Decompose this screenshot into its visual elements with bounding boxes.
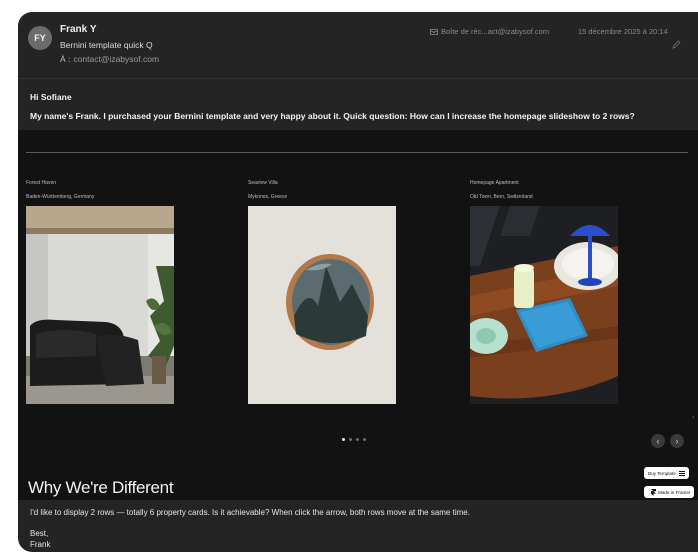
email-greeting: Hi Sofiane xyxy=(30,92,72,102)
embedded-screenshot: Forest Haven Baden-Württemberg, Germany xyxy=(18,130,698,500)
property-title: Seaview Villa xyxy=(248,180,278,186)
slideshow-next-button[interactable]: › xyxy=(670,434,684,448)
round-mirror-photo xyxy=(248,206,396,404)
email-signature: Frank xyxy=(30,540,51,549)
living-room-photo xyxy=(26,206,174,404)
email-header: FY Frank Y Bernini template quick Q À :c… xyxy=(18,12,698,78)
slideshow-prev-button[interactable]: ‹ xyxy=(651,434,665,448)
email-signoff: Best, xyxy=(30,529,49,538)
chevron-left-icon: ‹ xyxy=(656,436,660,446)
email-message: My name's Frank. I purchased your Bernin… xyxy=(30,111,635,121)
sender-name[interactable]: Frank Y xyxy=(60,24,97,35)
mailbox-icon xyxy=(430,29,438,35)
chevron-right-icon: › xyxy=(675,436,679,446)
framer-logo-icon xyxy=(651,488,656,496)
pagination-dot[interactable] xyxy=(356,438,359,441)
property-card[interactable]: Seaview Villa Mykonos, Greece xyxy=(248,180,398,404)
mailbox-label[interactable]: Boîte de réc...act@izabysof.com xyxy=(430,27,549,36)
pagination-dot[interactable] xyxy=(363,438,366,441)
pagination-dot[interactable] xyxy=(342,438,345,441)
buy-template-button[interactable]: Buy Template xyxy=(644,467,689,479)
section-heading: Why We're Different xyxy=(28,478,174,497)
menu-icon xyxy=(678,470,685,476)
draft-pencil-icon[interactable] xyxy=(672,40,682,50)
email-subject: Bernini template quick Q xyxy=(60,40,153,50)
buy-template-label: Buy Template xyxy=(648,470,676,476)
sender-avatar: FY xyxy=(28,26,52,50)
mailbox-name: Boîte de réc...act@izabysof.com xyxy=(441,27,550,36)
table-lamp-photo xyxy=(470,206,618,404)
embed-divider xyxy=(26,152,688,153)
recipient-line: À : contact@izabysof.com xyxy=(60,54,159,64)
property-title: Forest Haven xyxy=(26,180,57,186)
pagination-dot[interactable] xyxy=(349,438,352,441)
property-title: Homepage Apartment xyxy=(470,180,519,186)
to-label: À : xyxy=(60,54,71,64)
email-date: 15 décembre 2025 à 20:14 xyxy=(578,27,668,36)
property-card[interactable]: Forest Haven Baden-Württemberg, Germany xyxy=(26,180,176,404)
property-location: Old Town, Bern, Switzerland xyxy=(470,194,533,200)
email-window: FY Frank Y Bernini template quick Q À :c… xyxy=(18,12,698,552)
header-divider xyxy=(18,78,698,79)
chevron-right-icon: › xyxy=(692,414,695,421)
made-in-framer-badge[interactable]: Made in Framer xyxy=(644,486,695,498)
made-in-framer-label: Made in Framer xyxy=(658,489,691,495)
recipient-address[interactable]: contact@izabysof.com xyxy=(73,54,159,64)
property-location: Mykonos, Greece xyxy=(248,194,288,200)
email-followup: I'd like to display 2 rows — totally 6 p… xyxy=(30,508,470,517)
property-location: Baden-Württemberg, Germany xyxy=(26,194,95,200)
property-card[interactable]: Homepage Apartment Old Town, Bern, Switz… xyxy=(470,180,620,404)
slideshow-pagination xyxy=(342,438,366,441)
